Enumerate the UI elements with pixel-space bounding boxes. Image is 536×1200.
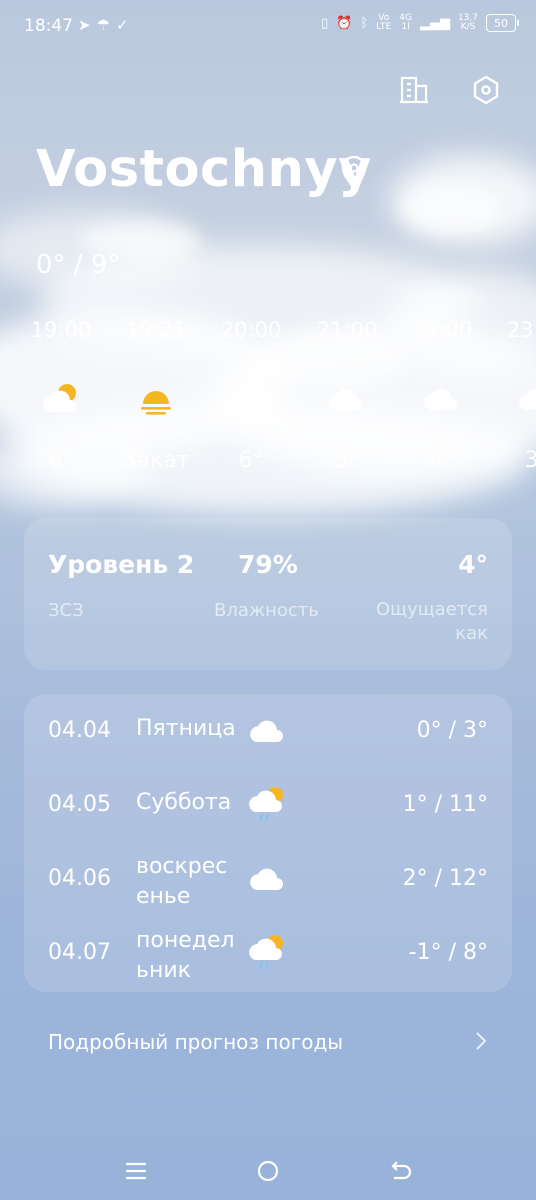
cloud-icon <box>519 388 536 410</box>
daily-date: 04.04 <box>48 718 111 743</box>
daily-day: Пятница <box>136 716 236 741</box>
status-right-icons: ▯ ⏰ ᛒ Vo LTE 4G 1l ▂▄▆ 13,7 K/S 50 <box>321 13 519 32</box>
telegram-icon: ➤ <box>78 16 97 34</box>
battery-icon: 50 <box>486 14 519 32</box>
daily-day: воскрес енье <box>136 854 228 909</box>
wind-level: Уровень 2 <box>48 550 195 579</box>
hour-time: 21:00 <box>316 318 378 342</box>
daily-row[interactable]: 04.07 понедел ьник -1° / 8° <box>24 926 512 986</box>
volte-indicator: Vo LTE <box>376 13 392 32</box>
daily-row[interactable]: 04.04 Пятница 0° / 3° <box>24 704 512 764</box>
hourly-item: 19:21 Закат <box>116 318 196 473</box>
detailed-forecast-link[interactable]: Подробный прогноз погоды <box>48 1030 343 1054</box>
home-icon[interactable] <box>253 1156 283 1186</box>
daily-forecast-card: 04.04 Пятница 0° / 3° 04.05 Суббота 1° /… <box>24 694 512 992</box>
cloud-icon <box>329 388 362 410</box>
network-speed: 13,7 K/S <box>457 13 478 32</box>
hour-value: 6° <box>238 448 264 473</box>
hourly-item: 22:00 4° <box>402 318 482 473</box>
status-time: 18:47 <box>24 16 73 36</box>
city-name: Vostochnyy <box>36 140 372 199</box>
humidity-label: Влажность <box>214 600 319 621</box>
check-icon: ✓ <box>116 16 135 34</box>
navigation-bar <box>0 1140 536 1200</box>
daily-temp: -1° / 8° <box>408 940 488 965</box>
cloud-icon <box>250 720 283 742</box>
settings-icon[interactable] <box>470 74 502 106</box>
wind-direction: ЗСЗ <box>48 600 84 621</box>
location-pin-icon[interactable] <box>340 156 368 190</box>
daily-date: 04.06 <box>48 866 111 891</box>
umbrella-icon: ☂ <box>96 16 117 34</box>
menu-icon[interactable] <box>121 1156 151 1186</box>
sun-rain-icon <box>249 787 283 821</box>
sunset-icon <box>141 391 171 415</box>
status-notification-icons: ➤☂✓ <box>78 16 135 34</box>
hourly-item: 19:00 6° <box>21 318 101 473</box>
hour-time: 20:00 <box>220 318 282 342</box>
humidity-value: 79% <box>238 550 298 579</box>
hourly-forecast[interactable]: 19:00 6° 19:21 Закат 20:00 6° 21:00 5° 2… <box>0 318 536 488</box>
hour-time: 22:00 <box>411 318 473 342</box>
cloud-icon <box>233 388 266 410</box>
daily-day: Суббота <box>136 790 232 815</box>
daily-date: 04.05 <box>48 792 111 817</box>
daily-date: 04.07 <box>48 940 111 965</box>
vibrate-icon: ▯ <box>321 15 329 31</box>
hour-value: 5° <box>334 448 360 473</box>
daily-row[interactable]: 04.06 воскрес енье 2° / 12° <box>24 852 512 912</box>
details-card: Уровень 2 ЗСЗ 79% Влажность 4° Ощущается… <box>24 518 512 670</box>
city-manage-icon[interactable] <box>398 74 430 106</box>
hour-value: Закат <box>122 448 190 473</box>
status-bar: 18:47 ➤☂✓ ▯ ⏰ ᛒ Vo LTE 4G 1l ▂▄▆ 13,7 K/S 5… <box>0 0 536 52</box>
cloud-icon <box>250 868 283 890</box>
hour-value: 6° <box>48 448 74 473</box>
feels-like-value: 4° <box>458 550 488 579</box>
partly-cloudy-icon <box>43 384 76 412</box>
hourly-item: 20:00 6° <box>211 318 291 473</box>
hour-value: 3° <box>524 448 536 473</box>
daily-row[interactable]: 04.05 Суббота 1° / 11° <box>24 778 512 838</box>
feels-like-label: Ощущается как <box>375 599 488 644</box>
chevron-right-icon[interactable] <box>474 1030 488 1052</box>
network-indicator: 4G 1l <box>399 13 412 32</box>
hour-time: 23:00 <box>506 318 536 342</box>
bluetooth-icon: ᛒ <box>360 15 369 31</box>
hourly-item: 21:00 5° <box>307 318 387 473</box>
signal-icon: ▂▄▆ <box>419 15 450 31</box>
hour-time: 19:21 <box>125 318 187 342</box>
daily-temp: 1° / 11° <box>402 792 488 817</box>
daily-temp: 2° / 12° <box>402 866 488 891</box>
daily-day: понедел ьник <box>136 928 235 983</box>
daily-temp: 0° / 3° <box>416 718 488 743</box>
hour-time: 19:00 <box>30 318 92 342</box>
hourly-item: 23:00 3° <box>497 318 536 473</box>
sun-rain-icon <box>249 935 283 969</box>
back-icon[interactable] <box>386 1156 416 1186</box>
alarm-icon: ⏰ <box>336 15 353 31</box>
hour-value: 4° <box>429 448 455 473</box>
temperature-range: 0° / 9° <box>36 250 121 280</box>
cloud-icon <box>424 388 457 410</box>
